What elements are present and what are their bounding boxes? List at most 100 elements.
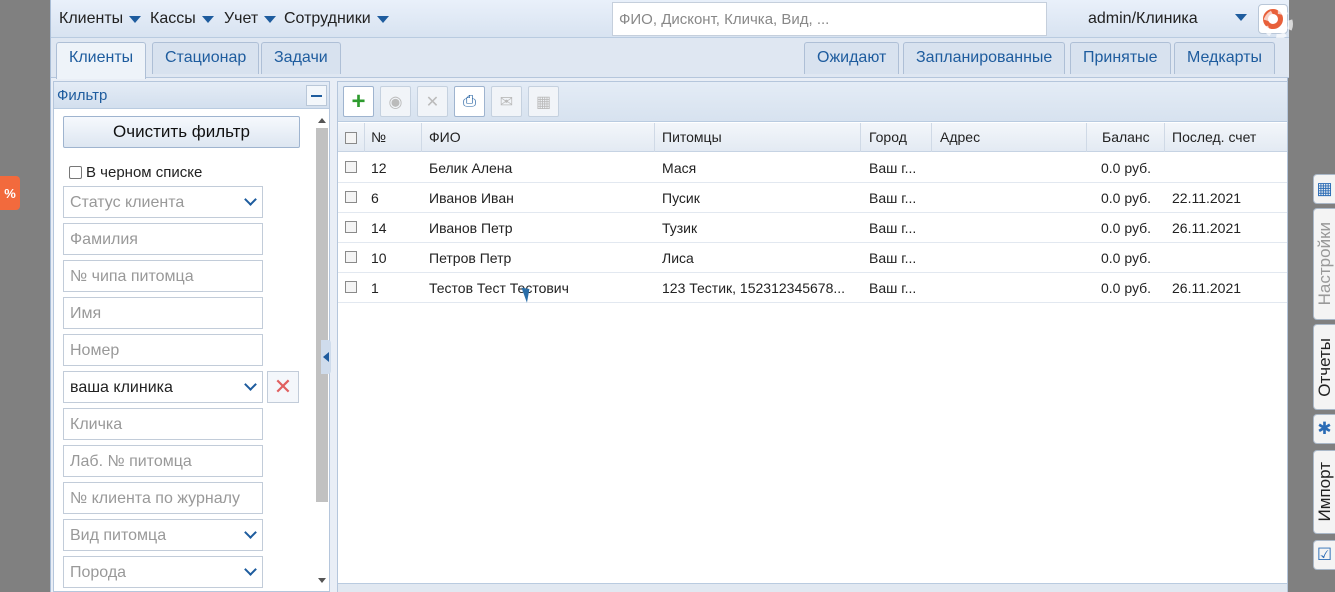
side-tab-gear[interactable]: ✱: [1313, 414, 1335, 444]
user-menu-caret-icon[interactable]: [1235, 14, 1247, 21]
row-checkbox[interactable]: [345, 161, 357, 173]
lifebuoy-icon: [1263, 9, 1293, 39]
pet-name-field[interactable]: Кличка: [63, 408, 263, 440]
cell-name: Петров Петр: [429, 250, 512, 266]
cell-pets: 123 Тестик, 152312345678...: [662, 280, 846, 296]
calendar-button[interactable]: ▦: [528, 86, 559, 117]
search-input[interactable]: ФИО, Дисконт, Кличка, Вид, ...: [612, 2, 1047, 36]
column-divider: [931, 123, 932, 152]
cell-number: 14: [371, 220, 387, 236]
cell-city: Ваш г...: [869, 220, 917, 236]
pet-species-select[interactable]: Вид питомца: [63, 519, 263, 551]
side-tab-settings[interactable]: Настройки: [1313, 208, 1335, 320]
number-field[interactable]: Номер: [63, 334, 263, 366]
client-status-select[interactable]: Статус клиента: [63, 186, 263, 218]
column-divider: [1164, 123, 1165, 152]
firstname-field[interactable]: Имя: [63, 297, 263, 329]
column-header-last-invoice[interactable]: Послед. счет: [1172, 129, 1256, 145]
cell-last-invoice: 26.11.2021: [1172, 280, 1242, 296]
tab-medcards[interactable]: Медкарты: [1174, 42, 1276, 74]
column-divider: [364, 123, 365, 152]
view-button[interactable]: ◉: [380, 86, 411, 117]
tab-row: Клиенты Стационар Задачи Ожидают Заплани…: [51, 38, 1289, 79]
cell-balance: 0.0 руб.: [1101, 220, 1152, 236]
table-header: № ФИО Питомцы Город Адрес Баланс Послед.…: [338, 123, 1287, 152]
tab-clients[interactable]: Клиенты: [56, 42, 147, 79]
cell-name: Иванов Петр: [429, 220, 513, 236]
tab-accepted[interactable]: Принятые: [1070, 42, 1171, 74]
printer-icon: ⎙: [463, 92, 476, 110]
side-tab-calculator[interactable]: ▦: [1313, 174, 1335, 204]
cell-city: Ваш г...: [869, 160, 917, 176]
cell-pets: Пусик: [662, 190, 700, 206]
column-header-name[interactable]: ФИО: [429, 129, 461, 145]
column-header-balance[interactable]: Баланс: [1102, 129, 1150, 145]
menu-employees[interactable]: Сотрудники: [284, 10, 389, 28]
breed-select[interactable]: Порода: [63, 556, 263, 588]
column-header-number[interactable]: №: [371, 129, 386, 145]
clinic-select[interactable]: ваша клиника: [63, 371, 263, 403]
chevron-down-icon: [244, 526, 257, 539]
menu-clients[interactable]: Клиенты: [59, 10, 142, 28]
cell-balance: 0.0 руб.: [1101, 190, 1152, 206]
table-row[interactable]: 10 Петров Петр Лиса Ваш г... 0.0 руб.: [338, 243, 1287, 273]
calculator-icon: ▦: [1316, 179, 1333, 198]
scroll-thumb[interactable]: [316, 128, 328, 502]
column-header-address[interactable]: Адрес: [940, 129, 980, 145]
table-row[interactable]: 6 Иванов Иван Пусик Ваш г... 0.0 руб. 22…: [338, 183, 1287, 213]
scroll-down-icon[interactable]: [318, 578, 326, 583]
pet-chip-field[interactable]: № чипа питомца: [63, 260, 263, 292]
collapse-filter-button[interactable]: [306, 85, 327, 106]
cell-balance: 0.0 руб.: [1101, 250, 1152, 266]
email-button[interactable]: ✉: [491, 86, 522, 117]
cell-name: Тестов Тест Тестович: [429, 280, 569, 296]
row-checkbox[interactable]: [345, 221, 357, 233]
app-window: Клиенты Кассы Учет Сотрудники ФИО, Диско…: [50, 0, 1293, 592]
cell-city: Ваш г...: [869, 250, 917, 266]
clients-grid: + ◉ ✕ ⎙ ✉ ▦ № ФИО Питомцы Город Адрес Ба…: [337, 81, 1288, 592]
menu-accounting[interactable]: Учет: [224, 10, 277, 28]
blacklist-checkbox[interactable]: [69, 166, 82, 179]
discount-tab[interactable]: %: [0, 176, 20, 210]
column-header-city[interactable]: Город: [869, 129, 907, 145]
side-tab-checklist[interactable]: ☑: [1313, 540, 1335, 570]
menu-cashboxes[interactable]: Кассы: [150, 10, 214, 28]
column-header-pets[interactable]: Питомцы: [662, 129, 722, 145]
table-row[interactable]: 12 Белик Алена Мася Ваш г... 0.0 руб.: [338, 153, 1287, 183]
gear-icon: ✱: [1317, 419, 1332, 438]
cell-pets: Тузик: [662, 220, 698, 236]
side-tab-import[interactable]: Импорт: [1313, 450, 1335, 534]
select-all-checkbox[interactable]: [345, 132, 357, 144]
cell-number: 1: [371, 280, 379, 296]
lab-number-field[interactable]: Лаб. № питомца: [63, 445, 263, 477]
panel-splitter[interactable]: [321, 340, 331, 374]
table-row[interactable]: 1 Тестов Тест Тестович 123 Тестик, 15231…: [338, 273, 1287, 303]
chevron-down-icon: [244, 563, 257, 576]
clear-clinic-button[interactable]: ✕: [267, 371, 299, 403]
filter-title: Фильтр: [57, 87, 108, 104]
tab-waiting[interactable]: Ожидают: [804, 42, 900, 74]
row-checkbox[interactable]: [345, 251, 357, 263]
journal-number-field[interactable]: № клиента по журналу: [63, 482, 263, 514]
tab-scheduled[interactable]: Запланированные: [903, 42, 1066, 74]
cell-number: 10: [371, 250, 387, 266]
help-button[interactable]: [1258, 4, 1293, 39]
cell-balance: 0.0 руб.: [1101, 160, 1152, 176]
clear-filter-button[interactable]: Очистить фильтр: [63, 116, 300, 148]
scroll-up-icon[interactable]: [318, 118, 326, 123]
print-button[interactable]: ⎙: [454, 86, 485, 117]
user-label[interactable]: admin/Клиника: [1088, 10, 1198, 28]
blacklist-checkbox-row[interactable]: В черном списке: [69, 164, 202, 181]
cell-pets: Лиса: [662, 250, 694, 266]
cell-balance: 0.0 руб.: [1101, 280, 1152, 296]
row-checkbox[interactable]: [345, 281, 357, 293]
delete-button[interactable]: ✕: [417, 86, 448, 117]
add-button[interactable]: +: [343, 86, 374, 117]
menu-bar: Клиенты Кассы Учет Сотрудники ФИО, Диско…: [51, 0, 1293, 39]
lastname-field[interactable]: Фамилия: [63, 223, 263, 255]
row-checkbox[interactable]: [345, 191, 357, 203]
side-tab-reports[interactable]: Отчеты: [1313, 324, 1335, 410]
tab-stationary[interactable]: Стационар: [152, 42, 260, 74]
table-row[interactable]: 14 Иванов Петр Тузик Ваш г... 0.0 руб. 2…: [338, 213, 1287, 243]
tab-tasks[interactable]: Задачи: [261, 42, 341, 74]
